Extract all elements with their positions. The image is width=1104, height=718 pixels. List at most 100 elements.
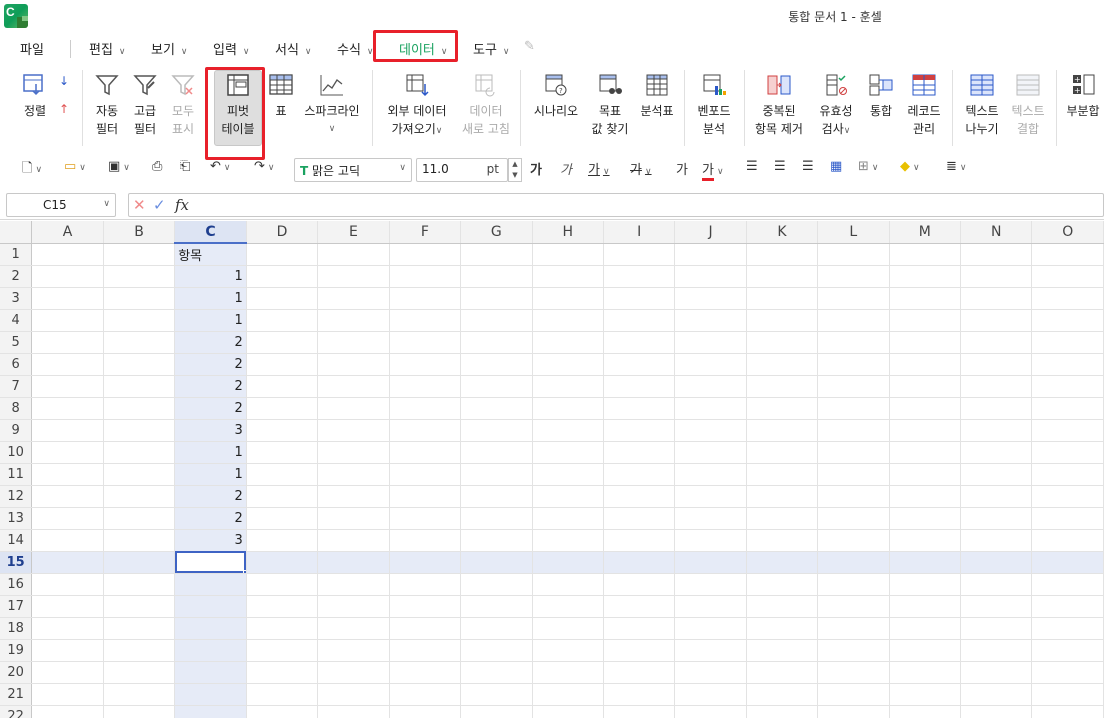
cell[interactable] (31, 419, 104, 442)
cell[interactable] (889, 309, 961, 332)
new-doc-icon[interactable]: 🗋 ∨ (22, 159, 42, 179)
cell[interactable] (817, 287, 890, 310)
scenario-button[interactable]: ? 시나리오 (530, 72, 582, 120)
cell[interactable] (103, 661, 176, 684)
cell[interactable] (674, 265, 747, 288)
cell[interactable] (246, 529, 319, 552)
consolidate-button[interactable]: 통합 (864, 72, 898, 120)
cell[interactable] (532, 705, 604, 718)
cell[interactable] (603, 375, 676, 398)
cell[interactable] (889, 265, 961, 288)
cell[interactable] (31, 661, 104, 684)
cell[interactable] (460, 441, 533, 464)
cell[interactable]: 1 (174, 309, 247, 332)
cell[interactable] (674, 595, 747, 618)
cell[interactable] (389, 705, 462, 718)
cell[interactable] (317, 243, 390, 266)
cell[interactable] (532, 287, 604, 310)
cell[interactable] (246, 463, 319, 486)
cell[interactable] (317, 331, 390, 354)
cell[interactable] (674, 683, 747, 706)
cell[interactable] (246, 375, 319, 398)
cell[interactable] (246, 265, 319, 288)
fill-color-icon[interactable]: ◆ ∨ (900, 159, 920, 179)
cell[interactable] (103, 243, 176, 266)
cell[interactable] (103, 705, 176, 718)
cell[interactable] (960, 353, 1033, 376)
cell[interactable] (317, 375, 390, 398)
cell[interactable] (389, 243, 462, 266)
column-header-g[interactable]: G (460, 221, 533, 244)
cell[interactable] (746, 353, 819, 376)
cell[interactable] (603, 551, 676, 574)
cell[interactable] (317, 551, 390, 574)
cell[interactable] (389, 441, 462, 464)
cell[interactable]: 1 (174, 287, 247, 310)
cell[interactable] (317, 287, 390, 310)
cell[interactable] (460, 375, 533, 398)
select-all-corner[interactable] (0, 221, 33, 244)
row-header[interactable]: 19 (0, 639, 33, 662)
fill-handle[interactable] (242, 569, 246, 572)
column-header-j[interactable]: J (674, 221, 747, 244)
cell[interactable] (889, 397, 961, 420)
cell[interactable] (103, 507, 176, 530)
cell[interactable] (1031, 331, 1104, 354)
cell[interactable] (1031, 529, 1104, 552)
cell[interactable]: 1 (174, 265, 247, 288)
cell[interactable]: 2 (174, 353, 247, 376)
cell[interactable] (1031, 573, 1104, 596)
cell[interactable] (603, 287, 676, 310)
cell[interactable] (532, 419, 604, 442)
cell[interactable] (603, 705, 676, 718)
cell[interactable] (960, 441, 1033, 464)
remove-duplicates-button[interactable]: 중복된 항목 제거 (752, 72, 806, 138)
cell[interactable] (103, 595, 176, 618)
cell[interactable] (746, 463, 819, 486)
cell[interactable] (460, 331, 533, 354)
cell[interactable] (746, 265, 819, 288)
cell[interactable] (674, 551, 747, 574)
name-box[interactable]: C15 ∨ (6, 193, 116, 217)
cell[interactable] (246, 309, 319, 332)
cell[interactable] (389, 353, 462, 376)
cell[interactable] (746, 287, 819, 310)
cell[interactable] (1031, 243, 1104, 266)
cell[interactable] (889, 353, 961, 376)
column-header-m[interactable]: M (889, 221, 961, 244)
cell[interactable] (603, 441, 676, 464)
cell[interactable] (31, 683, 104, 706)
cell[interactable] (246, 595, 319, 618)
row-header[interactable]: 5 (0, 331, 33, 354)
cell[interactable] (246, 243, 319, 266)
cell[interactable] (31, 485, 104, 508)
cell[interactable] (532, 397, 604, 420)
row-header[interactable]: 22 (0, 705, 33, 718)
cell[interactable] (817, 485, 890, 508)
cell[interactable] (532, 683, 604, 706)
sparkline-button[interactable]: 스파크라인 ∨ (302, 72, 362, 138)
cell[interactable] (31, 375, 104, 398)
cell[interactable] (889, 639, 961, 662)
cell[interactable] (960, 309, 1033, 332)
column-header-l[interactable]: L (817, 221, 890, 244)
cell[interactable] (603, 419, 676, 442)
row-header[interactable]: 21 (0, 683, 33, 706)
cell[interactable] (1031, 595, 1104, 618)
cell[interactable] (746, 485, 819, 508)
cell[interactable] (960, 573, 1033, 596)
row-header[interactable]: 16 (0, 573, 33, 596)
cancel-icon[interactable]: ✕ (133, 196, 146, 214)
cell[interactable] (817, 507, 890, 530)
cell[interactable] (889, 617, 961, 640)
cell[interactable] (746, 419, 819, 442)
cell[interactable] (317, 419, 390, 442)
row-header[interactable]: 13 (0, 507, 33, 530)
cell[interactable] (603, 397, 676, 420)
cell[interactable] (389, 683, 462, 706)
cell[interactable] (246, 661, 319, 684)
cell[interactable] (246, 683, 319, 706)
cell[interactable] (532, 309, 604, 332)
cell[interactable] (246, 287, 319, 310)
cell[interactable] (1031, 683, 1104, 706)
